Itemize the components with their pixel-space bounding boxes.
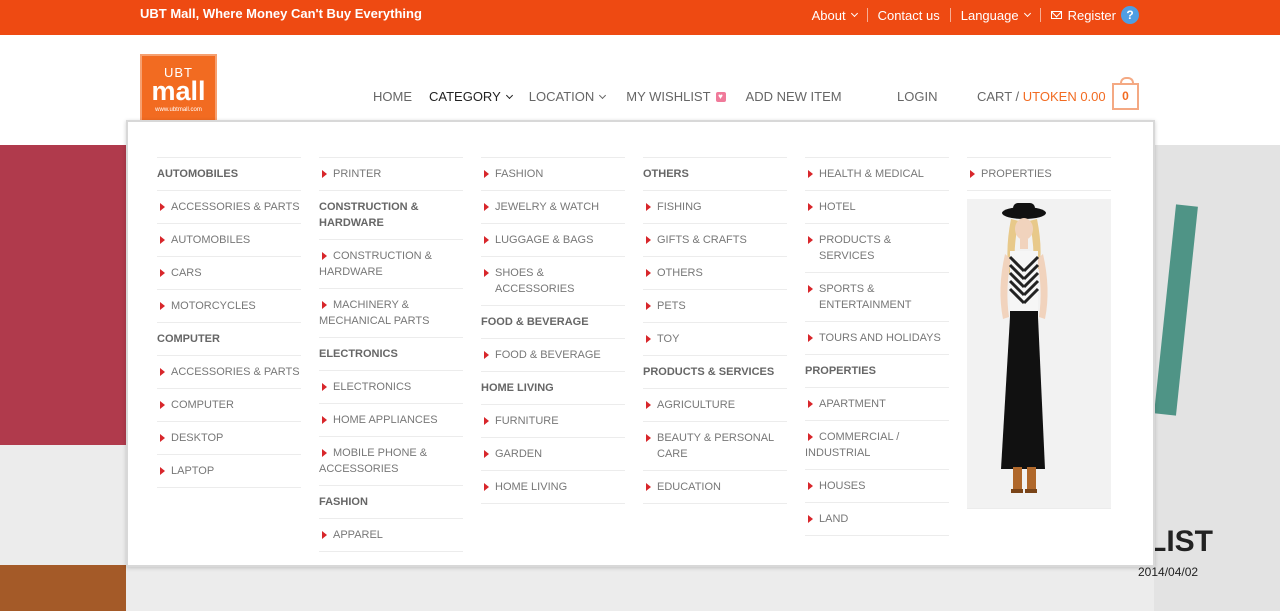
menu-item-link[interactable]: TOY (643, 322, 787, 355)
menu-item-link[interactable]: BEAUTY & PERSONAL CARE (643, 421, 787, 470)
cart-label: CART / (977, 89, 1023, 104)
menu-item-link[interactable]: FISHING (643, 190, 787, 223)
menu-item-link[interactable]: GIFTS & CRAFTS (643, 223, 787, 256)
contact-link[interactable]: Contact us (866, 7, 950, 23)
menu-item-link[interactable]: HOME APPLIANCES (319, 403, 463, 436)
menu-category-heading[interactable]: ELECTRONICS (319, 337, 463, 370)
login-link[interactable]: LOGIN (897, 89, 937, 104)
menu-item-link[interactable]: JEWELRY & WATCH (481, 190, 625, 223)
menu-item-link[interactable]: COMPUTER (157, 388, 301, 421)
menu-category-heading[interactable]: AUTOMOBILES (157, 157, 301, 190)
banner-date: 2014/04/02 (1138, 565, 1199, 579)
logo-url: www.ubtmall.com (155, 107, 202, 113)
banner-text: LIST (1148, 525, 1213, 558)
cart-token: UTOKEN 0.00 (1022, 89, 1106, 104)
promo-image[interactable] (967, 199, 1111, 509)
nav-wishlist-label: MY WISHLIST (626, 89, 711, 104)
menu-column-3: FASHION JEWELRY & WATCH LUGGAGE & BAGS SHOE… (481, 157, 625, 504)
register-label: Register (1067, 7, 1116, 23)
site-logo[interactable]: UBT mall www.ubtmall.com (140, 54, 217, 126)
nav-location-label: LOCATION (528, 89, 595, 104)
nav-add-item[interactable]: ADD NEW ITEM (746, 89, 842, 104)
banner-image-bottom-left (0, 565, 126, 611)
heart-icon: ♥ (715, 91, 726, 102)
menu-item-link[interactable]: LAND (805, 502, 949, 536)
menu-item-link[interactable]: APARTMENT (805, 387, 949, 420)
menu-item-link[interactable]: APPAREL (319, 518, 463, 552)
menu-category-heading[interactable]: PROPERTIES (805, 354, 949, 387)
cart-count-badge[interactable]: 0 (1112, 77, 1139, 110)
menu-item-link[interactable]: OTHERS (643, 256, 787, 289)
menu-item-link[interactable]: HOTEL (805, 190, 949, 223)
banner-image-left (0, 145, 126, 445)
chevron-down-icon (599, 91, 607, 99)
menu-item-link[interactable]: LAPTOP (157, 454, 301, 488)
menu-category-heading[interactable]: CONSTRUCTION & HARDWARE (319, 190, 463, 239)
menu-item-link[interactable]: CARS (157, 256, 301, 289)
menu-item-link[interactable]: EDUCATION (643, 470, 787, 504)
menu-item-link[interactable]: HOME LIVING (481, 470, 625, 504)
menu-item-link[interactable]: FASHION (481, 157, 625, 190)
menu-item-link[interactable]: DESKTOP (157, 421, 301, 454)
menu-item-link[interactable]: AGRICULTURE (643, 388, 787, 421)
menu-category-heading[interactable]: PRODUCTS & SERVICES (643, 355, 787, 388)
category-mega-menu: AUTOMOBILES ACCESSORIES & PARTS AUTOMOBILE… (126, 120, 1155, 567)
menu-item-link[interactable]: SHOES & ACCESSORIES (481, 256, 625, 305)
menu-item-link[interactable]: ACCESSORIES & PARTS (157, 355, 301, 388)
chevron-down-icon (505, 91, 513, 99)
menu-category-heading[interactable]: FOOD & BEVERAGE (481, 305, 625, 338)
menu-item-link[interactable]: COMMERCIAL / INDUSTRIAL (805, 420, 949, 469)
top-bar: UBT Mall, Where Money Can't Buy Everythi… (0, 0, 1280, 35)
nav-location[interactable]: LOCATION (528, 89, 607, 104)
chevron-down-icon (850, 9, 858, 18)
nav-category[interactable]: CATEGORY (429, 89, 513, 104)
menu-category-heading[interactable]: COMPUTER (157, 322, 301, 355)
menu-item-link[interactable]: PETS (643, 289, 787, 322)
register-link[interactable]: Register? (1039, 6, 1139, 24)
about-label: About (811, 7, 846, 23)
menu-item-link[interactable]: FURNITURE (481, 404, 625, 437)
nav-wishlist[interactable]: MY WISHLIST ♥ (626, 89, 726, 104)
language-menu[interactable]: Language (949, 7, 1040, 23)
menu-item-link[interactable]: LUGGAGE & BAGS (481, 223, 625, 256)
help-icon[interactable]: ? (1121, 6, 1139, 24)
menu-column-4: OTHERS FISHING GIFTS & CRAFTS OTHERS PETS TOY… (643, 157, 787, 504)
menu-column-6: PROPERTIES (967, 157, 1111, 509)
menu-item-link[interactable]: MOBILE PHONE & ACCESSORIES (319, 436, 463, 485)
menu-item-link[interactable]: MOTORCYCLES (157, 289, 301, 322)
language-label: Language (960, 7, 1019, 23)
menu-item-link[interactable]: PRODUCTS & SERVICES (805, 223, 949, 272)
menu-item-link[interactable]: MACHINERY & MECHANICAL PARTS (319, 288, 463, 337)
menu-item-link[interactable]: GARDEN (481, 437, 625, 470)
menu-category-heading[interactable]: HOME LIVING (481, 371, 625, 404)
main-nav: HOME CATEGORY LOCATION MY WISHLIST ♥ ADD … (373, 89, 842, 104)
logo-line2: mall (151, 76, 206, 106)
menu-item-link[interactable]: ELECTRONICS (319, 370, 463, 403)
nav-category-label: CATEGORY (429, 89, 501, 104)
about-menu[interactable]: About (802, 7, 867, 23)
menu-column-2: PRINTER CONSTRUCTION & HARDWARE CONSTRUCTI… (319, 157, 463, 552)
chevron-down-icon (1023, 9, 1031, 18)
menu-column-5: HEALTH & MEDICAL HOTEL PRODUCTS & SERVICES… (805, 157, 949, 536)
menu-item-link[interactable]: FOOD & BEVERAGE (481, 338, 625, 371)
menu-item-link[interactable]: CONSTRUCTION & HARDWARE (319, 239, 463, 288)
menu-column-1: AUTOMOBILES ACCESSORIES & PARTS AUTOMOBILE… (157, 157, 301, 488)
menu-category-heading[interactable]: OTHERS (643, 157, 787, 190)
menu-item-link[interactable]: PRINTER (319, 157, 463, 190)
site-tagline: UBT Mall, Where Money Can't Buy Everythi… (140, 6, 422, 21)
contact-label: Contact us (877, 7, 940, 23)
menu-item-link[interactable]: AUTOMOBILES (157, 223, 301, 256)
menu-category-heading[interactable]: FASHION (319, 485, 463, 518)
menu-item-link[interactable]: ACCESSORIES & PARTS (157, 190, 301, 223)
top-links: About Contact us Language Register? (802, 0, 1139, 30)
mail-icon (1050, 11, 1062, 19)
cart-link[interactable]: CART / UTOKEN 0.00 (977, 89, 1106, 104)
model-dress-image (967, 199, 1111, 508)
menu-item-link[interactable]: SPORTS & ENTERTAINMENT (805, 272, 949, 321)
menu-item-link[interactable]: TOURS AND HOLIDAYS (805, 321, 949, 354)
menu-item-link[interactable]: PROPERTIES (967, 157, 1111, 191)
menu-item-link[interactable]: HOUSES (805, 469, 949, 502)
nav-home[interactable]: HOME (373, 89, 412, 104)
menu-item-link[interactable]: HEALTH & MEDICAL (805, 157, 949, 190)
